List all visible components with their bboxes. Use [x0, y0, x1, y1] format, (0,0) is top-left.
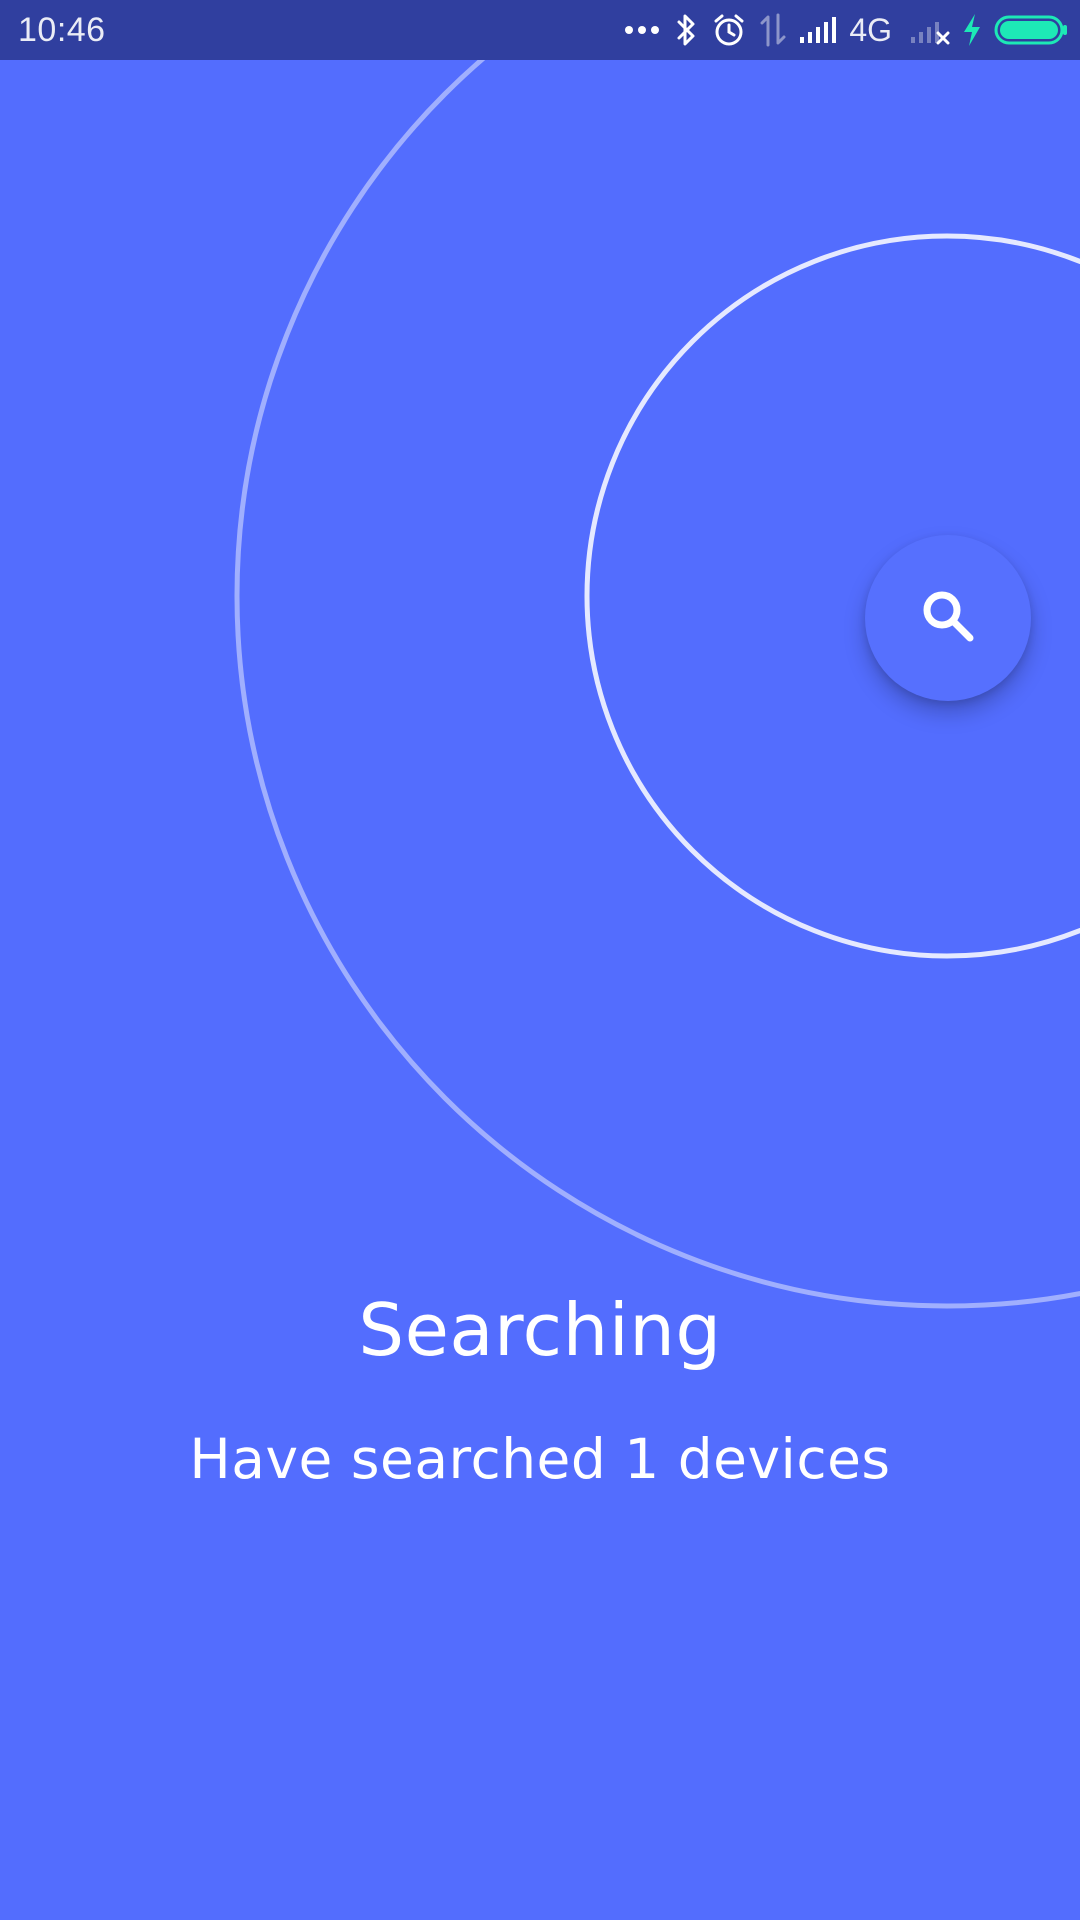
alarm-icon	[711, 12, 747, 48]
data-transfer-icon	[759, 13, 787, 47]
battery-icon	[994, 14, 1068, 46]
no-signal-icon	[910, 15, 950, 45]
search-button[interactable]	[865, 535, 1031, 701]
network-type: 4G	[849, 12, 892, 48]
page-title: Searching	[358, 1288, 722, 1372]
status-bar: 10:46 4G	[0, 0, 1080, 60]
search-icon	[918, 586, 978, 650]
more-dots-icon	[623, 22, 661, 38]
status-icons: 4G	[623, 0, 1068, 60]
status-time: 10:46	[18, 11, 106, 49]
charging-bolt-icon	[962, 13, 982, 47]
signal-icon	[799, 15, 839, 45]
radar-rings	[234, 60, 1080, 1309]
bluetooth-icon	[673, 12, 699, 48]
search-status-text: Have searched 1 devices	[189, 1427, 891, 1491]
